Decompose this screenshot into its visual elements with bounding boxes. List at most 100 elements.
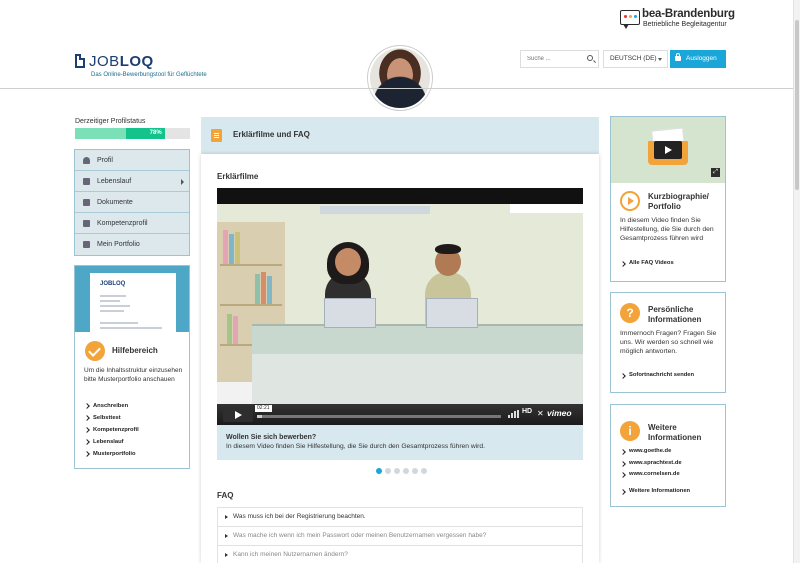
faq-item[interactable]: Was mache ich wenn ich mein Passwort ode… <box>217 526 583 546</box>
sidebar-item-mein-portfolio[interactable]: Mein Portfolio <box>75 234 189 255</box>
portfolio-icon <box>83 241 90 248</box>
search-box[interactable] <box>520 50 599 68</box>
lock-icon <box>675 53 681 61</box>
video-letterbox <box>217 188 583 204</box>
logout-button[interactable]: Ausloggen <box>670 50 726 68</box>
help-links: Anschreiben Selbsttest Kompetenzprofil L… <box>84 400 184 460</box>
help-link-musterportfolio[interactable]: Musterportfolio <box>84 448 184 460</box>
link-sprachtest[interactable]: www.sprachtest.de <box>620 458 724 470</box>
bio-card: ⤢ Kurzbiographie/ Portfolio In diesem Vi… <box>610 116 726 282</box>
bio-text: In diesem Video finden Sie Hilfestellung… <box>620 217 714 242</box>
scene-desk <box>252 324 583 354</box>
documents-icon <box>83 199 90 206</box>
main-card: Erklärfilme 02:21 HD ✕ vimeo Wollen Sie … <box>201 154 599 563</box>
chevron-right-icon <box>181 179 184 185</box>
page-scrollbar[interactable] <box>793 0 800 563</box>
more-info-card: i Weitere Informationen www.goethe.de ww… <box>610 404 726 507</box>
carousel-dot[interactable] <box>421 468 427 474</box>
sidebar-item-profil[interactable]: Profil <box>75 150 189 171</box>
chevron-right-icon <box>620 261 626 267</box>
sidebar-item-label: Mein Portfolio <box>97 241 140 248</box>
help-link-kompetenzprofil[interactable]: Kompetenzprofil <box>84 424 184 436</box>
expand-icon[interactable]: ⤢ <box>711 168 720 177</box>
scrollbar-thumb[interactable] <box>795 20 799 190</box>
partner-name: bea-Brandenburg <box>642 8 735 20</box>
carousel-dot[interactable] <box>412 468 418 474</box>
scene-desk-front <box>252 354 583 404</box>
help-link-lebenslauf[interactable]: Lebenslauf <box>84 436 184 448</box>
help-text: Um die Inhaltsstruktur einzusehen bitte … <box>84 367 183 383</box>
folder-icon <box>83 220 90 227</box>
vimeo-logo[interactable]: vimeo <box>547 408 572 418</box>
sidebar-item-kompetenzprofil[interactable]: Kompetenzprofil <box>75 213 189 234</box>
fullscreen-icon[interactable]: ✕ <box>537 410 544 418</box>
chevron-right-icon <box>84 415 90 421</box>
partner-subtitle: Betriebliche Begleitagentur <box>643 21 727 28</box>
profile-progress-bar: 78% <box>75 128 190 139</box>
personal-title: Persönliche Informationen <box>648 305 702 324</box>
scene-hair <box>435 244 461 254</box>
language-select[interactable]: DEUTSCH (DE) <box>603 50 668 68</box>
help-link-selbsttest[interactable]: Selbsttest <box>84 412 184 424</box>
more-info-links: www.goethe.de www.sprachtest.de www.corn… <box>620 446 724 497</box>
mini-logo: JOBLOQ <box>100 281 126 287</box>
play-circle-icon <box>620 191 640 211</box>
app-logo[interactable]: JOBLOQ Das Online-Bewerbungstool für Gef… <box>75 53 225 83</box>
app-tagline: Das Online-Bewerbungstool für Geflüchtet… <box>91 72 207 78</box>
personal-info-card: ? Persönliche Informationen Immernoch Fr… <box>610 292 726 393</box>
link-cornelsen[interactable]: www.cornelsen.de <box>620 469 724 481</box>
search-input[interactable] <box>521 51 587 67</box>
help-preview[interactable]: JOBLOQ <box>75 266 189 332</box>
carousel-dot[interactable] <box>376 468 382 474</box>
video-progress-track[interactable] <box>257 415 501 418</box>
help-link-anschreiben[interactable]: Anschreiben <box>84 400 184 412</box>
film-document-icon <box>211 129 222 142</box>
all-faq-videos-link[interactable]: Alle FAQ Videos <box>620 258 724 270</box>
hd-toggle[interactable]: HD <box>522 408 532 415</box>
portfolio-preview-document: JOBLOQ <box>90 273 176 332</box>
faq-item[interactable]: Kann ich meinen Nutzernamen ändern? <box>217 545 583 563</box>
progress-text: 78% <box>149 130 162 136</box>
chevron-right-icon <box>620 472 626 478</box>
bio-video-thumbnail[interactable]: ⤢ <box>611 117 725 183</box>
play-button[interactable] <box>223 407 253 422</box>
person-icon <box>83 157 90 164</box>
language-value: DEUTSCH (DE) <box>610 55 657 62</box>
volume-icon[interactable] <box>508 410 520 418</box>
user-avatar[interactable] <box>368 46 432 110</box>
scene-laptop <box>324 298 376 328</box>
caret-right-icon <box>225 515 228 519</box>
video-controls: 02:21 HD ✕ vimeo <box>217 404 583 425</box>
search-icon[interactable] <box>587 55 593 61</box>
video-progress-fill <box>257 415 262 418</box>
sidebar-item-label: Profil <box>97 157 113 164</box>
sidebar-item-dokumente[interactable]: Dokumente <box>75 192 189 213</box>
link-goethe[interactable]: www.goethe.de <box>620 446 724 458</box>
carousel-dot[interactable] <box>403 468 409 474</box>
page-title: Erklärfilme und FAQ <box>233 130 310 139</box>
app-name: JOBLOQ <box>89 53 154 70</box>
checkmark-icon <box>85 341 105 361</box>
scene-window <box>320 206 430 214</box>
chevron-right-icon <box>84 451 90 457</box>
films-heading: Erklärfilme <box>217 172 259 181</box>
cv-icon <box>83 178 90 185</box>
send-message-link[interactable]: Sofortnachricht senden <box>620 370 724 382</box>
video-player[interactable]: 02:21 HD ✕ vimeo <box>217 188 583 425</box>
more-info-link[interactable]: Weitere Informationen <box>620 486 724 498</box>
carousel-dot[interactable] <box>385 468 391 474</box>
video-folder-icon <box>648 127 688 165</box>
bio-links: Alle FAQ Videos <box>620 258 724 270</box>
sidebar-item-lebenslauf[interactable]: Lebenslauf <box>75 171 189 192</box>
document-icon <box>75 54 85 68</box>
partner-logo[interactable]: bea-Brandenburg Betriebliche Begleitagen… <box>620 8 735 30</box>
caret-right-icon <box>225 553 228 557</box>
scene-head <box>335 248 361 276</box>
carousel-dot[interactable] <box>394 468 400 474</box>
video-time: 02:21 <box>255 405 272 412</box>
progress-fill: 78% <box>75 128 165 139</box>
video-caption: Wollen Sie sich bewerben? In diesem Vide… <box>217 425 583 460</box>
chevron-right-icon <box>620 460 626 467</box>
faq-item[interactable]: Was muss ich bei der Registrierung beach… <box>217 507 583 527</box>
chevron-right-icon <box>620 449 626 455</box>
